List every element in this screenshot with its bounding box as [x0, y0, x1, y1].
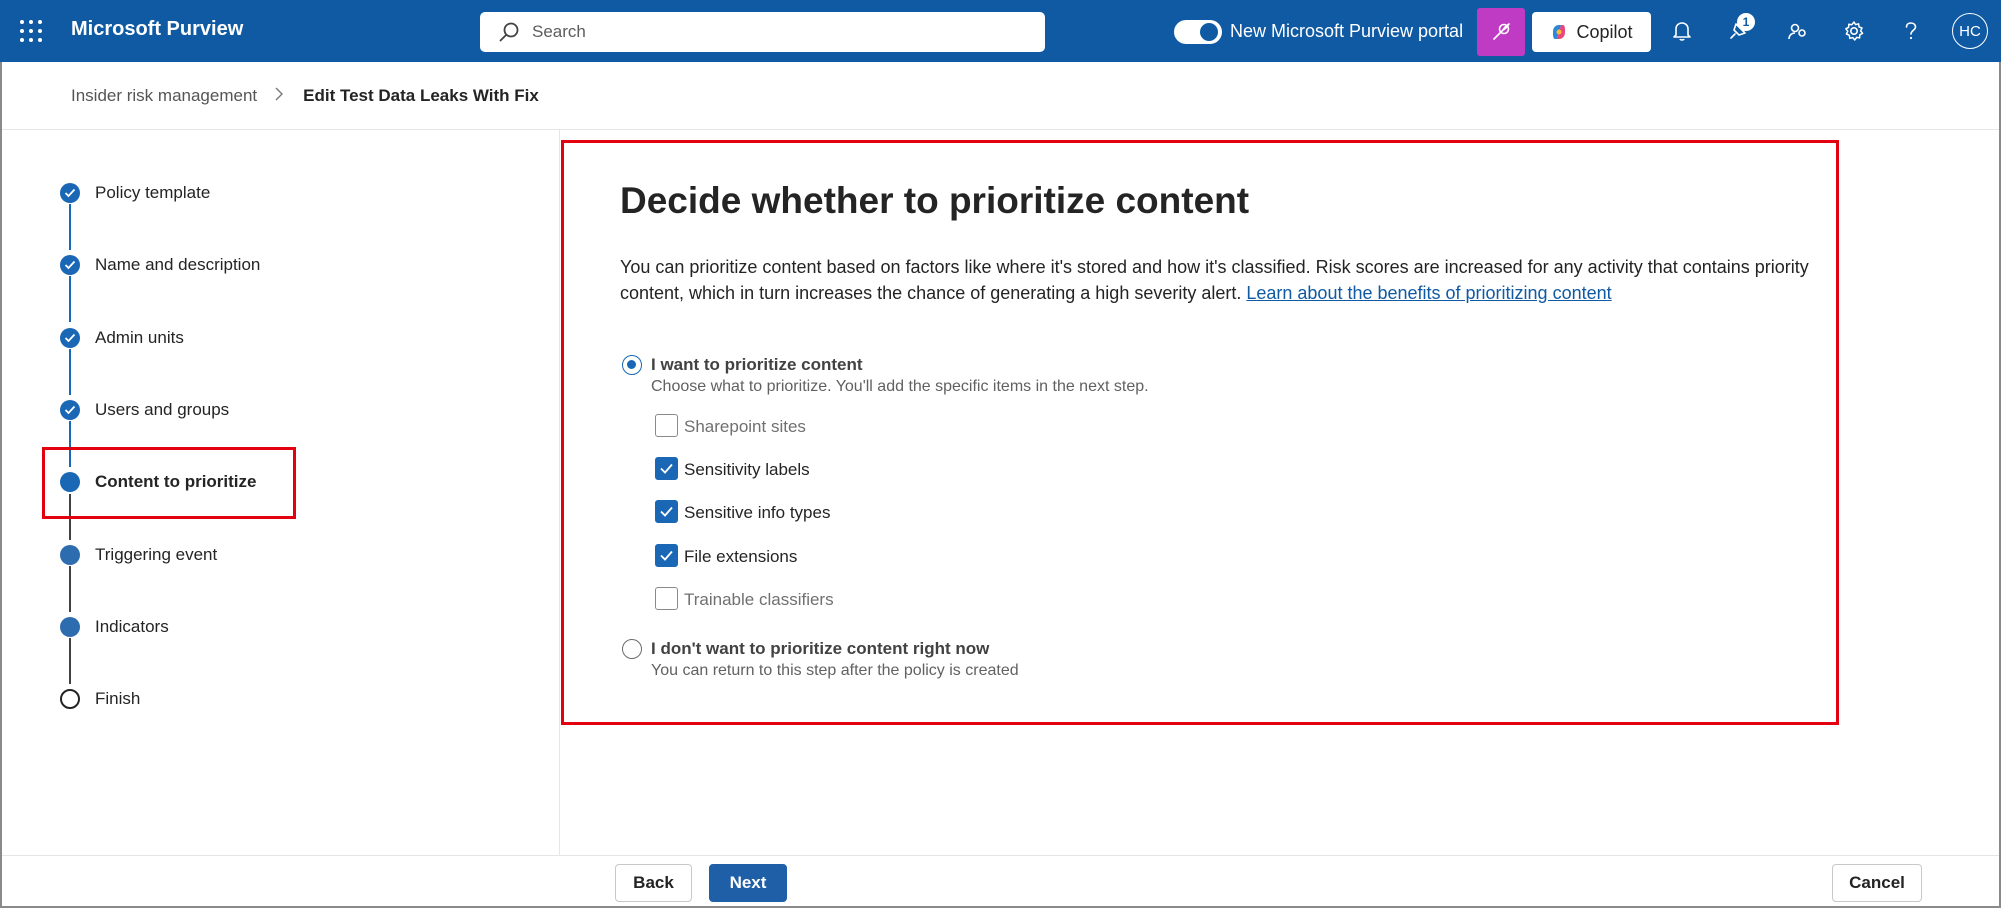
step-policy-template[interactable]: Policy template [60, 179, 210, 207]
pending-step-dot-icon [60, 617, 80, 637]
agent-icon [1493, 23, 1510, 40]
copilot-button[interactable]: Copilot [1532, 12, 1651, 52]
sensitive-info-types-label[interactable]: Sensitive info types [684, 503, 830, 523]
toggle-knob [1200, 23, 1218, 41]
step-name-and-description[interactable]: Name and description [60, 251, 260, 279]
app-title[interactable]: Microsoft Purview [71, 18, 243, 41]
purview-agent-button[interactable] [1477, 8, 1525, 56]
notification-badge: 1 [1737, 13, 1755, 31]
help-icon[interactable] [1897, 17, 1925, 45]
step-users-and-groups[interactable]: Users and groups [60, 396, 229, 424]
learn-more-link[interactable]: Learn about the benefits of prioritizing… [1246, 283, 1611, 303]
breadcrumb-parent-link[interactable]: Insider risk management [71, 86, 257, 106]
footer-divider [2, 855, 1999, 856]
sensitivity-labels-checkbox[interactable] [655, 457, 678, 480]
prioritize-content-label[interactable]: I want to prioritize content [651, 355, 863, 375]
search-icon [499, 22, 519, 42]
step-label: Admin units [95, 328, 184, 347]
pending-step-dot-icon [60, 545, 80, 565]
app-launcher-icon[interactable] [20, 20, 42, 42]
step-triggering-event[interactable]: Triggering event [60, 541, 217, 569]
notifications-icon[interactable] [1668, 17, 1696, 45]
next-button[interactable]: Next [709, 864, 787, 902]
step-connector [69, 276, 71, 322]
sharepoint-sites-label[interactable]: Sharepoint sites [684, 417, 806, 437]
checkmark-icon [660, 550, 673, 561]
prioritize-content-radio[interactable] [622, 355, 642, 375]
search-input[interactable] [532, 12, 1032, 52]
checkmark-icon [660, 506, 673, 517]
check-icon [60, 328, 80, 348]
step-finish[interactable]: Finish [60, 685, 140, 713]
step-connector [69, 204, 71, 250]
back-button[interactable]: Back [615, 864, 692, 902]
step-label: Indicators [95, 617, 169, 636]
top-bar: Microsoft Purview New Microsoft Purview … [0, 0, 2001, 62]
user-avatar[interactable]: HC [1952, 13, 1988, 49]
check-icon [60, 255, 80, 275]
empty-step-circle-icon [60, 689, 80, 709]
check-icon [60, 400, 80, 420]
step-admin-units[interactable]: Admin units [60, 324, 184, 352]
step-connector [69, 566, 71, 612]
check-icon [60, 183, 80, 203]
step-indicators[interactable]: Indicators [60, 613, 169, 641]
copilot-icon [1553, 25, 1566, 39]
step-label: Name and description [95, 255, 261, 274]
breadcrumb-current: Edit Test Data Leaks With Fix [303, 86, 539, 105]
breadcrumb: Insider risk management Edit Test Data L… [71, 86, 539, 106]
chevron-right-icon [275, 86, 284, 106]
checkmark-icon [660, 463, 673, 474]
settings-gear-icon[interactable] [1840, 17, 1868, 45]
skip-prioritization-hint: You can return to this step after the po… [651, 662, 1019, 679]
step-label: Triggering event [95, 545, 218, 564]
step-connector [69, 638, 71, 684]
community-icon[interactable] [1784, 17, 1812, 45]
step-label: Policy template [95, 183, 211, 202]
step-connector [69, 349, 71, 395]
portal-toggle-label: New Microsoft Purview portal [1230, 21, 1464, 41]
description-text: You can prioritize content based on fact… [620, 257, 1809, 303]
skip-prioritization-radio[interactable] [622, 639, 642, 659]
file-extensions-label[interactable]: File extensions [684, 547, 797, 567]
sensitivity-labels-label[interactable]: Sensitivity labels [684, 460, 810, 480]
copilot-label: Copilot [1576, 21, 1633, 42]
page-title: Decide whether to prioritize content [620, 180, 1250, 221]
search-box[interactable] [480, 12, 1045, 52]
step-label: Users and groups [95, 400, 230, 419]
file-extensions-checkbox[interactable] [655, 544, 678, 567]
portal-toggle[interactable] [1174, 20, 1222, 44]
step-label: Finish [95, 689, 141, 708]
prioritize-content-hint: Choose what to prioritize. You'll add th… [651, 378, 1149, 395]
page-description: You can prioritize content based on fact… [620, 254, 1820, 306]
current-step-highlight [42, 447, 296, 519]
cancel-button[interactable]: Cancel [1832, 864, 1922, 902]
sensitive-info-types-checkbox[interactable] [655, 500, 678, 523]
skip-prioritization-label[interactable]: I don't want to prioritize content right… [651, 639, 989, 659]
trainable-classifiers-checkbox[interactable] [655, 587, 678, 610]
sharepoint-sites-checkbox[interactable] [655, 414, 678, 437]
trainable-classifiers-label[interactable]: Trainable classifiers [684, 590, 834, 610]
